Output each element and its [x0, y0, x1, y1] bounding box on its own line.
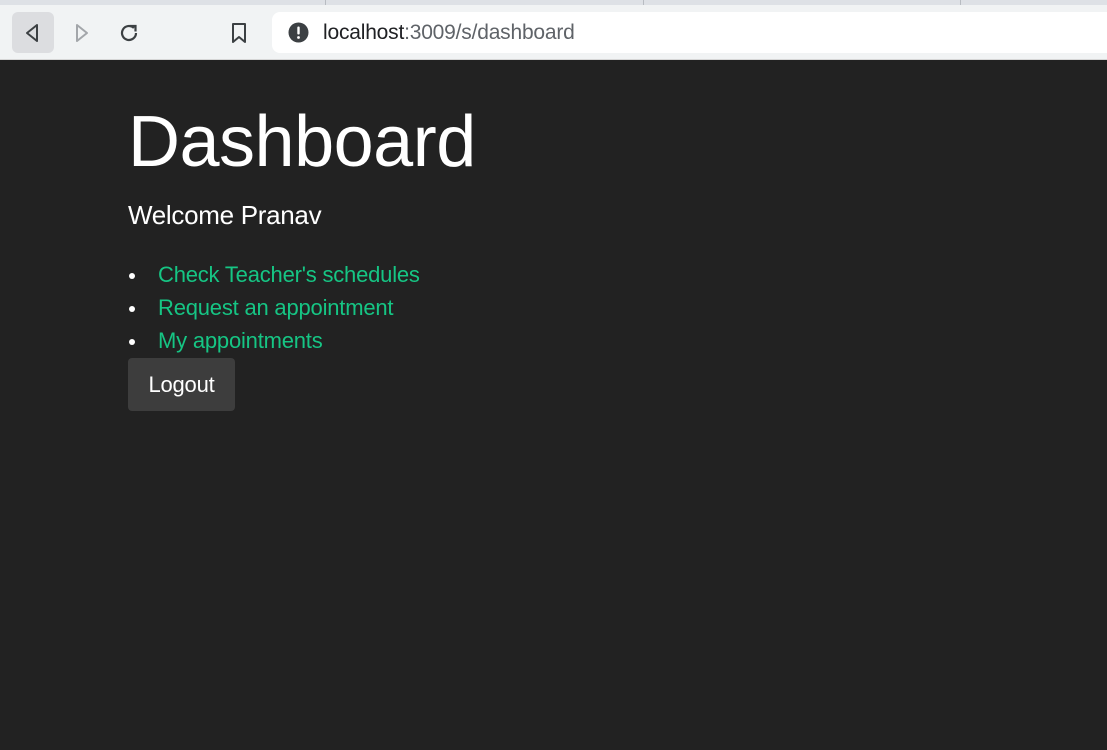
reload-button[interactable] [108, 12, 150, 53]
address-bar[interactable]: localhost:3009/s/dashboard [272, 12, 1107, 53]
back-button[interactable] [12, 12, 54, 53]
welcome-message: Welcome Pranav [128, 200, 322, 230]
tab-strip [0, 0, 1107, 5]
bookmark-button[interactable] [218, 12, 260, 53]
dashboard-links: Check Teacher's schedules Request an app… [128, 260, 476, 359]
bullet-icon [129, 306, 135, 312]
url-text: localhost:3009/s/dashboard [323, 21, 575, 45]
bookmark-icon [232, 22, 246, 43]
url-path: :3009/s/dashboard [404, 20, 575, 44]
my-appointments-link[interactable]: My appointments [158, 328, 323, 353]
dashboard-content: Dashboard Welcome Pranav Check Teacher's… [128, 61, 476, 411]
list-item: My appointments [128, 326, 476, 359]
bullet-icon [129, 273, 135, 279]
request-appointment-link[interactable]: Request an appointment [158, 295, 394, 320]
back-arrow-icon [26, 23, 38, 42]
list-item: Request an appointment [128, 293, 476, 326]
url-host: localhost [323, 20, 405, 44]
tab-separator [960, 0, 961, 5]
bullet-icon [129, 339, 135, 345]
browser-toolbar: localhost:3009/s/dashboard [0, 0, 1107, 60]
tab-separator [325, 0, 326, 5]
check-schedules-link[interactable]: Check Teacher's schedules [158, 262, 420, 287]
forward-arrow-icon [76, 23, 88, 42]
reload-icon [120, 24, 138, 41]
page-title: Dashboard [128, 102, 476, 182]
list-item: Check Teacher's schedules [128, 260, 476, 293]
forward-button[interactable] [60, 12, 102, 53]
tab-separator [643, 0, 644, 5]
info-icon[interactable] [288, 22, 309, 43]
logout-button[interactable]: Logout [128, 358, 235, 411]
page-body: Dashboard Welcome Pranav Check Teacher's… [0, 61, 1107, 750]
